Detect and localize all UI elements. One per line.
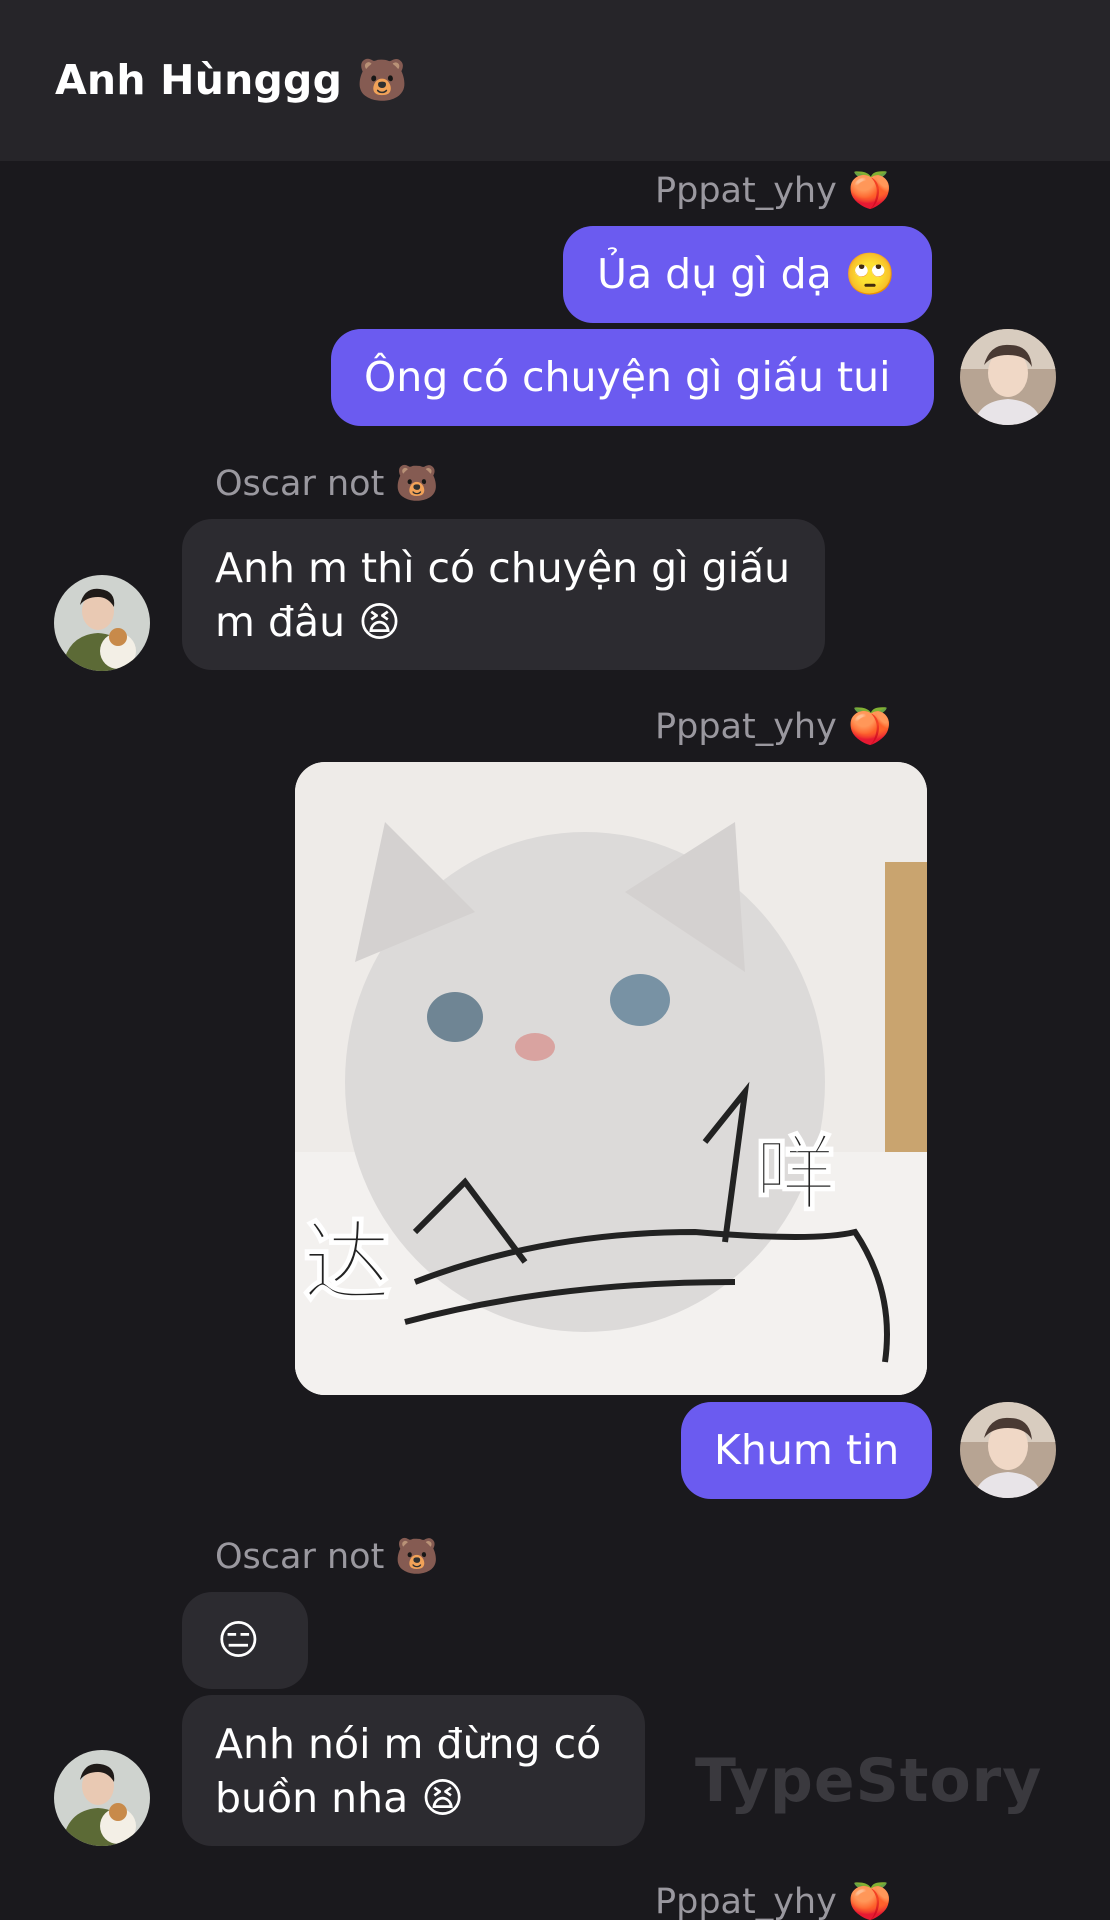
message-bubble-incoming[interactable]: Anh nói m đừng có buồn nha 😫	[182, 1695, 645, 1846]
message-text: Ông có chuyện gì giấu tui	[364, 353, 891, 401]
sender-name: Pppat_yhy 🍑	[655, 171, 892, 211]
message-bubble-outgoing[interactable]: Khum tin	[681, 1402, 933, 1499]
sticker-text-right: 咩	[754, 1126, 838, 1223]
message-text: Khum tin	[714, 1426, 900, 1474]
message-text-line: Anh m thì có chuyện gì giấu	[215, 544, 791, 592]
message-text-line: buồn nha 😫	[215, 1774, 464, 1822]
sender-name: Oscar not 🐻	[215, 464, 440, 504]
message-text-line: m đâu 😫	[215, 598, 401, 646]
message-bubble-incoming[interactable]: Anh m thì có chuyện gì giấu m đâu 😫	[182, 519, 825, 670]
message-bubble-incoming[interactable]: 😑	[182, 1592, 308, 1689]
message-bubble-outgoing[interactable]: Ủa dụ gì dạ 🙄	[563, 226, 932, 323]
chat-header: Anh Hùnggg 🐻	[0, 0, 1110, 161]
sender-name: Oscar not 🐻	[215, 1537, 440, 1577]
user-avatar-icon	[960, 1402, 1056, 1498]
message-text-line: Anh nói m đừng có	[215, 1720, 602, 1768]
sender-name: Pppat_yhy 🍑	[655, 1882, 892, 1920]
sender-name: Pppat_yhy 🍑	[655, 707, 892, 747]
avatar[interactable]	[54, 575, 150, 671]
contact-avatar-icon	[54, 1750, 150, 1846]
user-avatar-icon	[960, 329, 1056, 425]
message-bubble-outgoing[interactable]: Ông có chuyện gì giấu tui	[331, 329, 935, 426]
sticker-image[interactable]: 达 咩	[295, 762, 927, 1395]
message-text: Ủa dụ gì dạ 🙄	[597, 250, 896, 298]
avatar[interactable]	[960, 1402, 1056, 1498]
sticker-text-left: 达	[302, 1210, 392, 1315]
message-text: 😑	[217, 1616, 260, 1664]
avatar[interactable]	[960, 329, 1056, 425]
watermark: TypeStory	[695, 1746, 1043, 1816]
avatar[interactable]	[54, 1750, 150, 1846]
contact-avatar-icon	[54, 575, 150, 671]
chat-title: Anh Hùnggg 🐻	[55, 56, 408, 104]
